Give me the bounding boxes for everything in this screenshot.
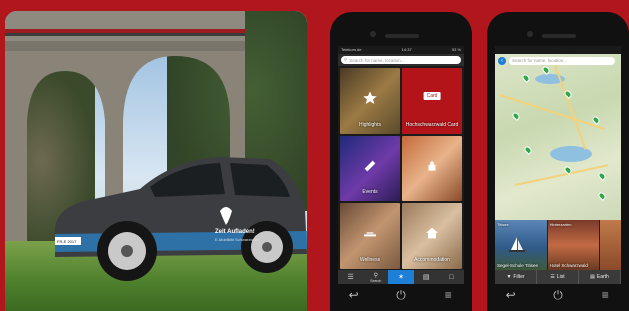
- status-time: 14:37: [401, 47, 412, 52]
- results-carousel: Titisee Segel-Schule Titisee Hinterzarte…: [495, 220, 621, 270]
- back-button[interactable]: ‹: [498, 57, 506, 65]
- tile-label: Accommodation: [414, 256, 450, 263]
- category-grid: Highlights Card Hochschwarzwald Card Eve…: [338, 66, 464, 271]
- card-icon: Card: [423, 92, 441, 100]
- chat-icon: □: [449, 273, 454, 281]
- sailboat-icon: [509, 237, 525, 252]
- hardware-keys: ↩ ⏻ ≡: [330, 288, 472, 303]
- filter-button[interactable]: ▼ Filter: [495, 270, 537, 284]
- map-action-bar: ▼ Filter ☰ List ▤ Earth: [495, 270, 621, 284]
- speaker-grille: [385, 34, 419, 38]
- map-pin[interactable]: [523, 145, 533, 155]
- filter-icon: ▼: [506, 274, 512, 280]
- tile-food[interactable]: [402, 135, 462, 202]
- menu-tab[interactable]: ☰: [338, 270, 363, 284]
- search-placeholder: Search for name, location...: [349, 57, 405, 63]
- search-tab[interactable]: ⚲ Search: [363, 270, 388, 284]
- electric-car: [54, 157, 307, 281]
- person-icon: ✶: [398, 274, 404, 281]
- search-input[interactable]: ⚲ Search for name, location...: [341, 56, 461, 64]
- map-pin[interactable]: [521, 73, 531, 83]
- battery-label: 53 %: [451, 47, 461, 52]
- phone-map: ‹ Search for name, location... Titisee S…: [487, 12, 629, 311]
- map-pin[interactable]: [597, 171, 607, 181]
- spa-icon: [364, 232, 376, 237]
- menu-lines-icon[interactable]: ≡: [438, 288, 458, 303]
- back-icon[interactable]: ↩: [501, 288, 521, 303]
- result-location: Titisee: [497, 222, 509, 227]
- back-icon[interactable]: ↩: [344, 288, 364, 303]
- map-pin[interactable]: [597, 191, 607, 201]
- road: [554, 64, 587, 150]
- list-button[interactable]: ☰ List: [537, 270, 579, 284]
- earth-button[interactable]: ▤ Earth: [579, 270, 621, 284]
- house-icon: [426, 227, 438, 239]
- road: [514, 164, 609, 186]
- tile-wellness[interactable]: Wellness: [340, 203, 400, 269]
- power-icon[interactable]: ⏻: [391, 288, 411, 303]
- food-icon: [428, 160, 436, 171]
- search-icon: ⚲: [373, 272, 378, 279]
- hero-photo: Zeit Aufladen! E-Mobilität Schwarzwald F…: [5, 11, 307, 311]
- chevron-left-icon: ‹: [501, 58, 503, 64]
- search-input[interactable]: Search for name, location...: [509, 57, 615, 65]
- search-icon: ⚲: [344, 57, 348, 62]
- tile-events[interactable]: Events: [340, 135, 400, 202]
- result-title: Hotel Schwarzwald: [549, 263, 588, 268]
- filter-label: Filter: [513, 274, 525, 280]
- search-bar: ⚲ Search for name, location...: [338, 54, 464, 66]
- phone-screen: Telekom.de 14:37 53 % ⚲ Search for name,…: [338, 46, 464, 284]
- map-pin[interactable]: [563, 89, 573, 99]
- search-tab-label: Search: [370, 278, 382, 283]
- tile-accommodation[interactable]: Accommodation: [402, 203, 462, 269]
- tile-label: Events: [362, 189, 378, 196]
- list-icon: ☰: [550, 274, 555, 280]
- hardware-keys: ↩ ⏻ ≡: [487, 288, 629, 303]
- globe-icon: ▤: [590, 274, 595, 280]
- map-pin[interactable]: [511, 111, 521, 121]
- person-tab[interactable]: ✶: [388, 270, 414, 284]
- book-tab[interactable]: ▤: [414, 270, 439, 284]
- chat-tab[interactable]: □: [439, 270, 464, 284]
- tile-highlights[interactable]: Highlights: [340, 68, 400, 134]
- tile-label: Wellness: [359, 256, 381, 263]
- license-plate: FR-E 2017: [57, 239, 77, 244]
- car-slogan-sub: E-Mobilität Schwarzwald: [215, 237, 259, 242]
- result-card[interactable]: Hinterzarten Hotel Schwarzwald: [547, 220, 600, 270]
- result-card[interactable]: [600, 220, 621, 270]
- phone-screen: ‹ Search for name, location... Titisee S…: [495, 46, 621, 284]
- front-camera: [370, 31, 376, 37]
- earth-label: Earth: [596, 274, 609, 280]
- power-icon[interactable]: ⏻: [548, 288, 568, 303]
- result-card[interactable]: Titisee Segel-Schule Titisee: [495, 220, 547, 270]
- tile-label: Hochschwarzwald Card: [405, 121, 459, 128]
- result-title: Segel-Schule Titisee: [497, 263, 539, 268]
- car-slogan: Zeit Aufladen!: [215, 229, 255, 235]
- bottom-tab-bar: ☰ ⚲ Search ✶ ▤ □: [338, 270, 464, 284]
- map-view[interactable]: [495, 54, 621, 220]
- search-placeholder: Search for name, location...: [512, 58, 568, 63]
- menu-lines-icon[interactable]: ≡: [595, 288, 615, 303]
- result-location: Hinterzarten: [549, 222, 572, 227]
- carrier-label: Telekom.de: [341, 47, 362, 52]
- book-icon: ▤: [422, 274, 430, 281]
- list-label: List: [556, 274, 565, 280]
- tile-card[interactable]: Card Hochschwarzwald Card: [402, 68, 462, 134]
- star-icon: [363, 91, 377, 104]
- front-camera: [527, 31, 533, 37]
- status-bar: [495, 46, 621, 54]
- menu-icon: ☰: [347, 274, 354, 281]
- tile-label: Highlights: [359, 121, 381, 128]
- phone-menu: Telekom.de 14:37 53 % ⚲ Search for name,…: [330, 12, 472, 311]
- ticket-icon: [364, 160, 376, 171]
- speaker-grille: [542, 34, 576, 38]
- status-bar: Telekom.de 14:37 53 %: [338, 46, 464, 54]
